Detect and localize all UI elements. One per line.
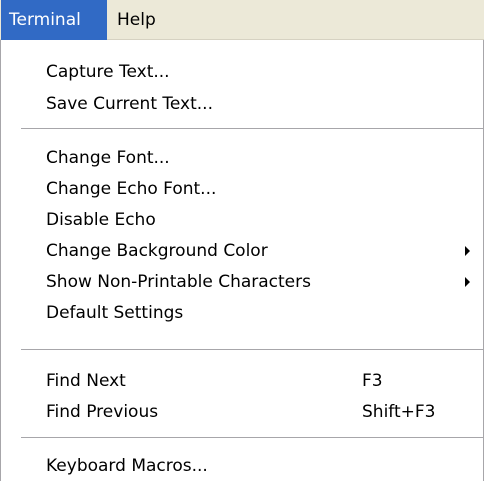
- menu-item-label: Change Background Color: [46, 241, 268, 261]
- menu-bar: Terminal Help: [0, 0, 484, 40]
- menu-item-disable-echo[interactable]: Disable Echo: [1, 205, 483, 235]
- menu-item-keyboard-macros[interactable]: Keyboard Macros...: [1, 451, 483, 481]
- menu-item-change-echo-font[interactable]: Change Echo Font...: [1, 174, 483, 204]
- menu-item-label: Find Next: [46, 371, 126, 391]
- terminal-dropdown-menu: Capture Text... Save Current Text... Cha…: [0, 40, 484, 481]
- menu-item-label: Show Non-Printable Characters: [46, 272, 311, 292]
- menu-item-label: Disable Echo: [46, 210, 156, 230]
- menu-item-capture-text[interactable]: Capture Text...: [1, 57, 483, 87]
- menu-item-shortcut: Shift+F3: [362, 402, 436, 422]
- menu-help[interactable]: Help: [109, 0, 171, 40]
- menu-item-find-next[interactable]: Find Next F3: [1, 366, 483, 396]
- menu-item-save-current-text[interactable]: Save Current Text...: [1, 89, 483, 119]
- menu-item-shortcut: F3: [362, 371, 383, 391]
- menu-item-label: Save Current Text...: [46, 94, 213, 114]
- menu-item-label: Find Previous: [46, 402, 159, 422]
- menu-terminal[interactable]: Terminal: [1, 0, 107, 40]
- terminal-window-crop: Terminal Help Capture Text... Save Curre…: [0, 0, 484, 481]
- menu-item-label: Change Echo Font...: [46, 179, 217, 199]
- menu-separator: [21, 437, 483, 439]
- submenu-arrow-icon: [465, 246, 470, 256]
- menu-separator: [21, 128, 483, 130]
- menu-separator: [21, 349, 483, 351]
- menu-item-label: Capture Text...: [46, 62, 170, 82]
- submenu-arrow-icon: [465, 277, 470, 287]
- menu-item-label: Keyboard Macros...: [46, 456, 208, 476]
- menu-item-find-previous[interactable]: Find Previous Shift+F3: [1, 397, 483, 427]
- menu-item-default-settings[interactable]: Default Settings: [1, 298, 483, 328]
- menu-item-label: Default Settings: [46, 303, 184, 323]
- menu-item-label: Change Font...: [46, 148, 170, 168]
- menu-item-change-font[interactable]: Change Font...: [1, 143, 483, 173]
- menu-item-show-non-printable-characters[interactable]: Show Non-Printable Characters: [1, 267, 483, 297]
- menu-item-change-background-color[interactable]: Change Background Color: [1, 236, 483, 266]
